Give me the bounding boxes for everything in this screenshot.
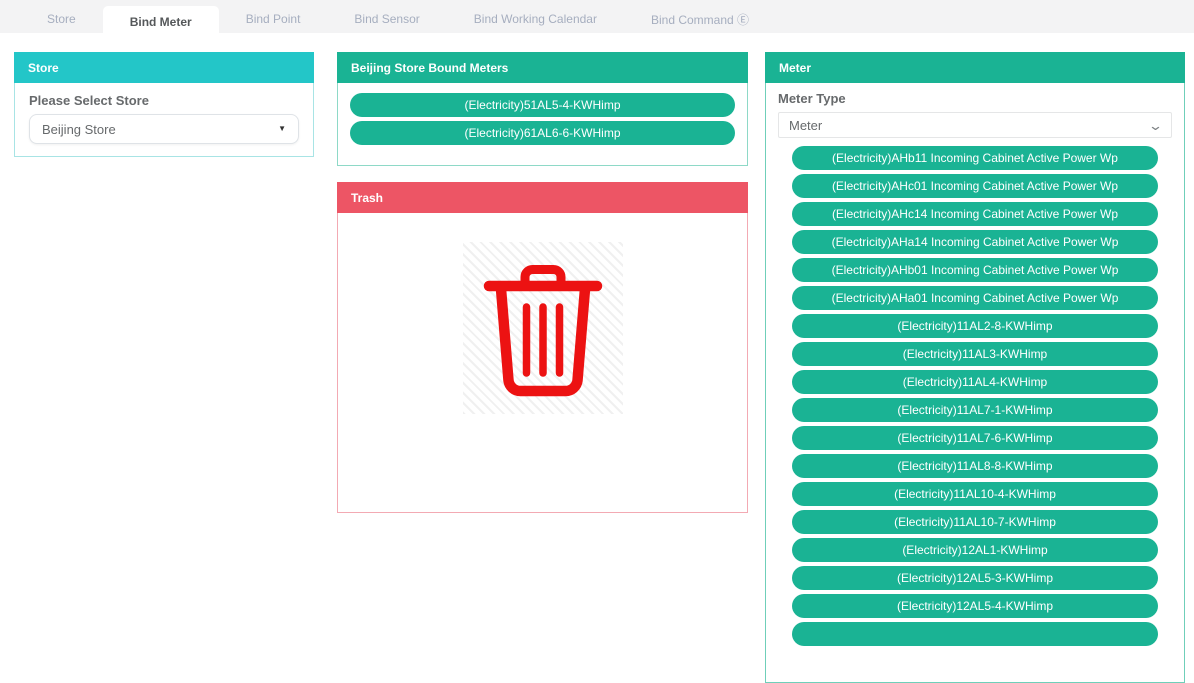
bound-meters-panel-header: Beijing Store Bound Meters [337,52,748,83]
bound-meter-pill-label: (Electricity)51AL5-4-KWHimp [464,98,620,112]
meter-pill-label: (Electricity)11AL10-4-KWHimp [894,487,1056,501]
meter-type-select-value: Meter [789,118,822,133]
store-panel-header: Store [14,52,314,83]
meter-panel-title: Meter [779,61,811,75]
meter-pill[interactable]: (Electricity)11AL7-1-KWHimp [792,398,1158,422]
meter-pill-label: (Electricity)12AL5-4-KWHimp [897,599,1053,613]
meter-pill[interactable]: (Electricity)12AL5-4-KWHimp [792,594,1158,618]
tab-list: Store Bind Meter Bind Point Bind Sensor … [20,0,776,38]
tab[interactable]: Bind Working Calendar [447,0,624,38]
bound-meters-list[interactable]: (Electricity)51AL5-4-KWHimp (Electricity… [337,83,748,166]
meter-pill[interactable]: (Electricity)AHa01 Incoming Cabinet Acti… [792,286,1158,310]
store-select-value: Beijing Store [42,122,116,137]
meter-pill-label: (Electricity)AHc14 Incoming Cabinet Acti… [832,207,1118,221]
tab[interactable]: Store [20,0,103,38]
meter-pill[interactable]: (Electricity)AHb01 Incoming Cabinet Acti… [792,258,1158,282]
tab-label: Bind Command Ⓔ [651,11,749,28]
meter-panel: Meter Meter Type Meter ⌄ (Electricity)AH… [765,52,1185,683]
meter-pill-label: (Electricity)11AL8-8-KWHimp [897,459,1052,473]
bound-meters-panel: Beijing Store Bound Meters (Electricity)… [337,52,748,166]
meter-pill[interactable]: (Electricity)11AL7-6-KWHimp [792,426,1158,450]
tab[interactable]: Bind Sensor [327,0,446,38]
chevron-down-icon: ⌄ [1148,119,1163,132]
bound-meter-pill-label: (Electricity)61AL6-6-KWHimp [464,126,620,140]
trash-icon [468,253,618,403]
tab-label: Bind Working Calendar [474,12,597,26]
meter-pill[interactable]: (Electricity)AHc01 Incoming Cabinet Acti… [792,174,1158,198]
meter-pill-label: (Electricity)11AL2-8-KWHimp [897,319,1052,333]
store-select[interactable]: Beijing Store ▼ [29,114,299,144]
trash-icon-background [463,242,623,414]
meter-pill-label: (Electricity)AHa01 Incoming Cabinet Acti… [832,291,1119,305]
meter-pill-label: (Electricity)AHb11 Incoming Cabinet Acti… [832,151,1118,165]
meter-pill-label: (Electricity)11AL4-KWHimp [903,375,1047,389]
tab-bar: Store Bind Meter Bind Point Bind Sensor … [0,0,1194,33]
meter-pill-label: (Electricity)AHa14 Incoming Cabinet Acti… [832,235,1119,249]
store-panel: Store Please Select Store Beijing Store … [14,52,314,157]
bound-meters-panel-title: Beijing Store Bound Meters [351,61,508,75]
meter-pill-label: (Electricity)AHb01 Incoming Cabinet Acti… [832,263,1119,277]
store-panel-title: Store [28,61,59,75]
tab-label: Bind Point [246,12,301,26]
store-panel-body: Please Select Store Beijing Store ▼ [14,83,314,157]
caret-down-icon: ▼ [278,125,286,133]
meter-list: (Electricity)AHb11 Incoming Cabinet Acti… [778,146,1172,618]
meter-pill[interactable]: (Electricity)11AL10-4-KWHimp [792,482,1158,506]
meter-pill[interactable]: (Electricity)11AL10-7-KWHimp [792,510,1158,534]
tab-label: Bind Sensor [354,12,419,26]
trash-panel: Trash [337,182,748,513]
store-select-label: Please Select Store [29,93,299,108]
tab[interactable]: Bind Point [219,0,328,38]
tab-label: Store [47,12,76,26]
meter-panel-body: Meter Type Meter ⌄ (Electricity)AHb11 In… [765,83,1185,683]
meter-pill-label: (Electricity)11AL7-6-KWHimp [897,431,1052,445]
meter-pill-label: (Electricity)12AL1-KWHimp [902,543,1047,557]
meter-pill[interactable]: (Electricity)AHa14 Incoming Cabinet Acti… [792,230,1158,254]
meter-type-select[interactable]: Meter ⌄ [778,112,1172,138]
meter-pill[interactable]: (Electricity)AHc14 Incoming Cabinet Acti… [792,202,1158,226]
meter-pill[interactable]: (Electricity)11AL2-8-KWHimp [792,314,1158,338]
meter-pill-partial[interactable] [792,622,1158,646]
meter-pill[interactable]: (Electricity)11AL4-KWHimp [792,370,1158,394]
meter-pill[interactable]: (Electricity)11AL8-8-KWHimp [792,454,1158,478]
meter-pill[interactable]: (Electricity)12AL1-KWHimp [792,538,1158,562]
meter-pill[interactable]: (Electricity)AHb11 Incoming Cabinet Acti… [792,146,1158,170]
bound-meter-pill[interactable]: (Electricity)51AL5-4-KWHimp [350,93,735,117]
tab-label: Bind Meter [130,15,192,29]
tab[interactable]: Bind Command Ⓔ [624,0,776,38]
meter-pill-label: (Electricity)AHc01 Incoming Cabinet Acti… [832,179,1118,193]
trash-panel-title: Trash [351,191,383,205]
meter-pill-label: (Electricity)11AL3-KWHimp [903,347,1047,361]
meter-pill[interactable]: (Electricity)12AL5-3-KWHimp [792,566,1158,590]
trash-dropzone[interactable] [337,213,748,513]
meter-type-label: Meter Type [778,91,1172,106]
trash-panel-header: Trash [337,182,748,213]
meter-pill[interactable]: (Electricity)11AL3-KWHimp [792,342,1158,366]
meter-pill-label: (Electricity)12AL5-3-KWHimp [897,571,1053,585]
bound-meter-pill[interactable]: (Electricity)61AL6-6-KWHimp [350,121,735,145]
tab[interactable]: Bind Meter [103,6,219,38]
meter-panel-header: Meter [765,52,1185,83]
meter-pill-label: (Electricity)11AL7-1-KWHimp [897,403,1052,417]
meter-pill-label: (Electricity)11AL10-7-KWHimp [894,515,1056,529]
